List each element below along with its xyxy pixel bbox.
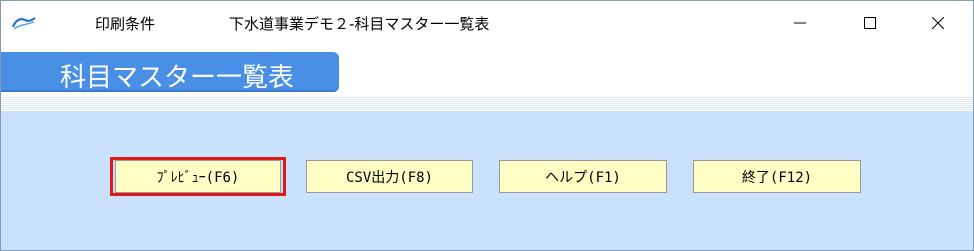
close-button[interactable] xyxy=(915,1,961,45)
window-left-label: 印刷条件 xyxy=(95,15,156,33)
close-icon xyxy=(932,17,944,29)
preview-button[interactable]: ﾌﾟﾚﾋﾞｭｰ(F6) xyxy=(115,160,281,193)
acelink-logo-icon xyxy=(11,15,37,30)
exit-button[interactable]: 終了(F12) xyxy=(693,160,861,193)
header-divider xyxy=(1,97,973,111)
header-area: 科目マスター一覧表 xyxy=(1,45,973,103)
button-panel: ﾌﾟﾚﾋﾞｭｰ(F6) CSV出力(F8) ヘルプ(F1) 終了(F12) xyxy=(1,111,973,250)
maximize-button[interactable] xyxy=(847,1,893,45)
csv-export-button[interactable]: CSV出力(F8) xyxy=(306,160,473,193)
header-title-tab: 科目マスター一覧表 xyxy=(1,52,339,93)
title-bar[interactable]: 印刷条件 下水道事業デモ２-科目マスター一覧表 xyxy=(1,1,973,45)
help-button[interactable]: ヘルプ(F1) xyxy=(499,160,667,193)
minimize-button[interactable] xyxy=(777,1,823,45)
window-title: 下水道事業デモ２-科目マスター一覧表 xyxy=(229,15,490,33)
maximize-icon xyxy=(864,17,876,29)
page-title: 科目マスター一覧表 xyxy=(60,63,295,93)
minimize-icon xyxy=(794,22,806,24)
print-conditions-window: 印刷条件 下水道事業デモ２-科目マスター一覧表 科目マスター一覧表 ﾌﾟﾚﾋﾞｭ… xyxy=(0,0,974,251)
